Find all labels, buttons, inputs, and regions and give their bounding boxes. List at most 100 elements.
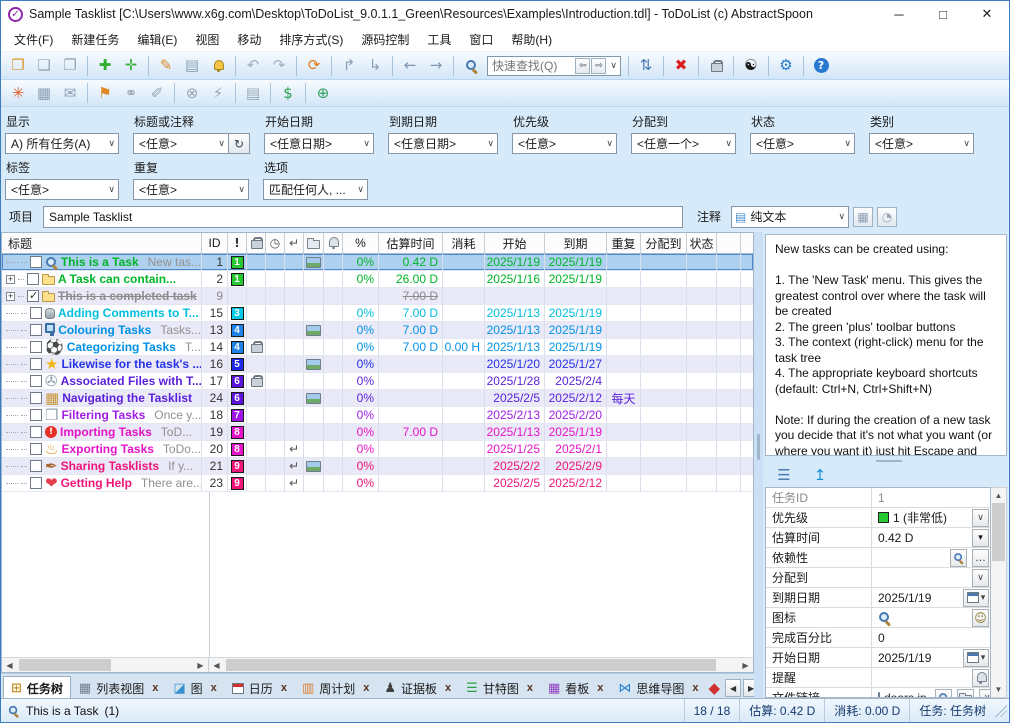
email-button[interactable]: ✉ [58, 82, 82, 104]
task-row[interactable]: ⚽Categorizing TasksT...1440%7.00 D0.00 H… [2, 339, 753, 356]
task-checkbox[interactable] [30, 426, 42, 438]
scroll-right-icon[interactable]: ▶ [738, 658, 753, 672]
open-folder-button[interactable]: ❒ [6, 55, 30, 77]
scroll-up-icon[interactable]: ▲ [991, 488, 1006, 503]
column-header-cat[interactable] [717, 233, 741, 253]
icon-picker-button[interactable]: ☺ [972, 609, 989, 627]
menu-item-6[interactable]: 源码控制 [352, 28, 418, 51]
tab-close-icon[interactable]: x [597, 682, 603, 694]
cancel-button[interactable]: ⊗ [180, 82, 204, 104]
filter-combo[interactable]: <任意日期>∨ [264, 133, 374, 154]
minimize-button[interactable]: ─ [877, 1, 921, 27]
redo-button[interactable]: ↷ [267, 55, 291, 77]
attribute-value[interactable]: 0 [872, 628, 990, 647]
task-row[interactable]: ❤Getting HelpThere are...239↵0%2025/2/52… [2, 475, 753, 492]
filter-combo[interactable]: <任意>∨ [133, 133, 229, 154]
dropdown-button[interactable]: ∨ [979, 689, 990, 699]
attribute-value[interactable]: ∨ [872, 568, 990, 587]
column-header-assign[interactable]: 分配到 [641, 233, 687, 253]
filter-combo[interactable]: <任意日期>∨ [388, 133, 498, 154]
attribute-value[interactable]: 2025/1/19▾ [872, 648, 990, 667]
tab-图[interactable]: ◪图x [166, 676, 223, 700]
lightning-button[interactable]: ⚡ [206, 82, 230, 104]
flag-button[interactable]: ⚑ [93, 82, 117, 104]
tab-close-icon[interactable]: x [211, 682, 217, 694]
dependency-in-button[interactable]: ↱ [337, 55, 361, 77]
sort-asc-button[interactable]: ↥ [808, 464, 832, 486]
spin-button[interactable]: ▾ [972, 529, 989, 547]
maximize-button[interactable]: □ [921, 1, 965, 27]
task-row[interactable]: ✒Sharing TasklistsIf y...219↵0%2025/2/22… [2, 458, 753, 475]
tab-close-icon[interactable]: x [527, 682, 533, 694]
save-all-button[interactable]: ❐ [58, 55, 82, 77]
clean-button[interactable]: ✐ [145, 82, 169, 104]
column-header-img[interactable] [304, 233, 324, 253]
filter-combo[interactable]: <任意>∨ [133, 179, 249, 200]
menu-item-9[interactable]: 帮助(H) [502, 28, 561, 51]
task-card-button[interactable]: ▤ [180, 55, 204, 77]
attribute-value[interactable]: ☺ [872, 608, 990, 627]
menu-item-1[interactable]: 新建任务 [62, 28, 128, 51]
filter-combo[interactable]: <任意>∨ [869, 133, 974, 154]
menu-item-8[interactable]: 窗口 [460, 28, 502, 51]
new-subtask-button[interactable]: ✛ [119, 55, 143, 77]
attribute-value[interactable]: 1 (非常低)∨ [872, 508, 990, 527]
menu-item-3[interactable]: 视图 [186, 28, 228, 51]
reminder-bell-button[interactable] [206, 55, 230, 77]
attribute-value[interactable]: … [872, 548, 990, 567]
browser-button[interactable]: ⊕ [311, 82, 335, 104]
filter-refresh-button[interactable]: ↻ [229, 133, 250, 154]
attribute-value[interactable] [872, 668, 990, 687]
reminder-button[interactable] [972, 669, 989, 687]
tab-周计划[interactable]: ▥周计划x [295, 676, 376, 700]
task-row[interactable]: !Importing TasksToD...1980%7.00 D2025/1/… [2, 424, 753, 441]
chevron-down-icon[interactable]: ∨ [607, 60, 620, 71]
filter-combo[interactable]: <任意一个>∨ [631, 133, 736, 154]
sort-tasks-button[interactable]: ⇅ [634, 55, 658, 77]
task-checkbox[interactable] [30, 443, 42, 455]
scroll-right-icon[interactable]: ▶ [193, 658, 208, 672]
tab-任务树[interactable]: ⊞任务树 [3, 676, 71, 700]
save-button[interactable]: ❏ [32, 55, 56, 77]
tab-close-icon[interactable]: x [363, 682, 369, 694]
filter-combo[interactable]: 匹配任何人, ...∨ [263, 179, 368, 200]
undo-button[interactable]: ↶ [241, 55, 265, 77]
filter-combo[interactable]: <任意>∨ [5, 179, 119, 200]
task-checkbox[interactable] [27, 290, 39, 302]
dropdown-button[interactable]: ∨ [972, 509, 989, 527]
task-checkbox[interactable] [30, 358, 42, 370]
tab-思维导图[interactable]: ⋈思维导图x [611, 676, 705, 700]
task-row[interactable]: ★Likewise for the task's ...1650%2025/1/… [2, 356, 753, 373]
expand-icon[interactable]: + [6, 275, 15, 284]
close-button[interactable]: ✕ [965, 1, 1009, 27]
title-pane-hscrollbar[interactable]: ◀ ▶ [2, 658, 209, 672]
column-header-recur[interactable]: 重复 [607, 233, 641, 253]
delete-task-button[interactable]: ✖ [669, 55, 693, 77]
edit-button[interactable]: ✎ [154, 55, 178, 77]
scrollbar-thumb[interactable] [992, 503, 1005, 561]
filter-combo[interactable]: <任意>∨ [750, 133, 855, 154]
task-checkbox[interactable] [30, 307, 42, 319]
column-header-lock[interactable] [247, 233, 266, 253]
menu-item-5[interactable]: 排序方式(S) [270, 28, 352, 51]
nav-forward-button[interactable]: → [424, 55, 448, 77]
switch-layout-button[interactable]: ⟳ [302, 55, 326, 77]
attribute-value[interactable]: 0.42 D▾ [872, 528, 990, 547]
link-button[interactable]: ⚭ [119, 82, 143, 104]
filter-combo[interactable]: A) 所有任务(A)∨ [5, 133, 119, 154]
find-next-button[interactable]: ⇨ [591, 58, 606, 74]
column-header-status[interactable]: 状态 [687, 233, 717, 253]
browse-button[interactable] [950, 549, 967, 567]
tab-close-icon[interactable]: x [152, 682, 158, 694]
more-button[interactable]: … [972, 549, 989, 567]
expand-icon[interactable]: + [6, 292, 15, 301]
horizontal-splitter[interactable] [763, 458, 1009, 464]
menu-item-0[interactable]: 文件(F) [5, 28, 62, 51]
attribute-value[interactable]: 1 [872, 488, 990, 507]
column-header-title[interactable]: 标题 [2, 233, 202, 253]
menu-item-4[interactable]: 移动 [228, 28, 270, 51]
scroll-down-icon[interactable]: ▼ [991, 682, 1006, 697]
menu-item-2[interactable]: 编辑(E) [128, 28, 186, 51]
comments-history-button[interactable]: ◔ [877, 207, 897, 227]
log-button[interactable]: ▤ [241, 82, 265, 104]
